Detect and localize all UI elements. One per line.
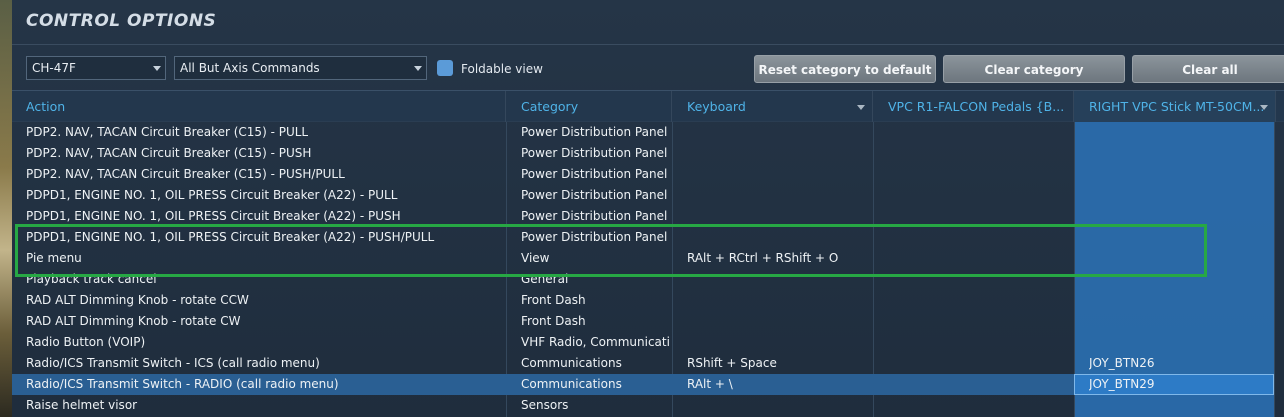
action-cell: PDP2. NAV, TACAN Circuit Breaker (C15) -…: [26, 167, 345, 181]
column-header-category[interactable]: Category: [506, 91, 672, 122]
highlight-annotation-box: [15, 224, 1207, 277]
table-row[interactable]: PDP2. NAV, TACAN Circuit Breaker (C15) -…: [12, 122, 1274, 143]
category-cell: VHF Radio, Communications: [521, 335, 670, 349]
column-header-label: Category: [521, 99, 579, 114]
column-header-action[interactable]: Action: [12, 91, 506, 122]
action-cell: Radio Button (VOIP): [26, 335, 146, 349]
table-header: Action Category Keyboard VPC R1-FALCON P…: [12, 90, 1284, 122]
action-cell: RAD ALT Dimming Knob - rotate CCW: [26, 293, 249, 307]
category-cell: Power Distribution Panel 2: [521, 146, 670, 160]
command-filter-value: All But Axis Commands: [180, 61, 320, 75]
chevron-down-icon[interactable]: [1260, 105, 1268, 110]
stick-binding-cell[interactable]: JOY_BTN29: [1089, 377, 1269, 391]
category-cell: Power Distribution Panel 1: [521, 209, 670, 223]
table-row[interactable]: Radio Button (VOIP) VHF Radio, Communicat…: [12, 332, 1274, 353]
category-cell: Sensors: [521, 398, 569, 412]
category-cell: Communications: [521, 356, 622, 370]
column-divider: [1274, 122, 1275, 417]
chevron-down-icon[interactable]: [857, 105, 865, 110]
action-cell: PDP2. NAV, TACAN Circuit Breaker (C15) -…: [26, 125, 309, 139]
action-cell: PDPD1, ENGINE NO. 1, OIL PRESS Circuit B…: [26, 209, 401, 223]
aircraft-select-value: CH-47F: [32, 61, 76, 75]
table-row[interactable]: PDP2. NAV, TACAN Circuit Breaker (C15) -…: [12, 164, 1274, 185]
keyboard-binding-cell[interactable]: RShift + Space: [687, 356, 871, 370]
column-header-label: RIGHT VPC Stick MT-50CM...: [1089, 99, 1265, 114]
action-cell: Radio/ICS Transmit Switch - ICS (call ra…: [26, 356, 320, 370]
foldable-view-label: Foldable view: [461, 62, 543, 76]
chevron-down-icon: [414, 66, 422, 71]
control-options-panel: CONTROL OPTIONS CH-47F All But Axis Comm…: [12, 0, 1284, 417]
table-row[interactable]: PDPD1, ENGINE NO. 1, OIL PRESS Circuit B…: [12, 185, 1274, 206]
action-cell: Raise helmet visor: [26, 398, 138, 412]
stick-binding-cell[interactable]: JOY_BTN26: [1089, 356, 1269, 370]
table-row[interactable]: RAD ALT Dimming Knob - rotate CW Front Da…: [12, 311, 1274, 332]
column-header-label: VPC R1-FALCON Pedals {B...: [888, 99, 1065, 114]
action-cell: PDP2. NAV, TACAN Circuit Breaker (C15) -…: [26, 146, 312, 160]
category-cell: Front Dash: [521, 293, 586, 307]
column-header-pedals[interactable]: VPC R1-FALCON Pedals {B...: [873, 91, 1074, 122]
clear-category-button[interactable]: Clear category: [943, 55, 1125, 83]
category-cell: Power Distribution Panel 2: [521, 125, 670, 139]
category-cell: Front Dash: [521, 314, 586, 328]
column-header-label: Action: [26, 99, 66, 114]
clear-all-button[interactable]: Clear all: [1132, 55, 1284, 83]
title-divider: [12, 44, 1284, 45]
table-row[interactable]: RAD ALT Dimming Knob - rotate CCW Front D…: [12, 290, 1274, 311]
page-title: CONTROL OPTIONS: [26, 11, 217, 31]
category-cell: Communications: [521, 377, 622, 391]
chevron-down-icon: [153, 66, 161, 71]
column-header-keyboard[interactable]: Keyboard: [672, 91, 873, 122]
background-artwork: [0, 0, 12, 417]
category-cell: Power Distribution Panel 2: [521, 167, 670, 181]
table-row[interactable]: Radio/ICS Transmit Switch - ICS (call ra…: [12, 353, 1274, 374]
category-cell: Power Distribution Panel 1: [521, 188, 670, 202]
keyboard-binding-cell[interactable]: RAlt + \: [687, 377, 871, 391]
column-header-stick[interactable]: RIGHT VPC Stick MT-50CM...: [1074, 91, 1276, 122]
command-filter-select[interactable]: All But Axis Commands: [174, 56, 427, 80]
aircraft-select[interactable]: CH-47F: [26, 56, 166, 80]
action-cell: PDPD1, ENGINE NO. 1, OIL PRESS Circuit B…: [26, 188, 398, 202]
table-row[interactable]: PDP2. NAV, TACAN Circuit Breaker (C15) -…: [12, 143, 1274, 164]
table-row[interactable]: Raise helmet visor Sensors: [12, 395, 1274, 416]
action-cell: Radio/ICS Transmit Switch - RADIO (call …: [26, 377, 339, 391]
foldable-view-checkbox[interactable]: [437, 60, 453, 76]
table-row[interactable]: Radio/ICS Transmit Switch - RADIO (call …: [12, 374, 1274, 395]
action-cell: RAD ALT Dimming Knob - rotate CW: [26, 314, 241, 328]
column-header-label: Keyboard: [687, 99, 746, 114]
reset-category-button[interactable]: Reset category to default: [754, 55, 936, 83]
